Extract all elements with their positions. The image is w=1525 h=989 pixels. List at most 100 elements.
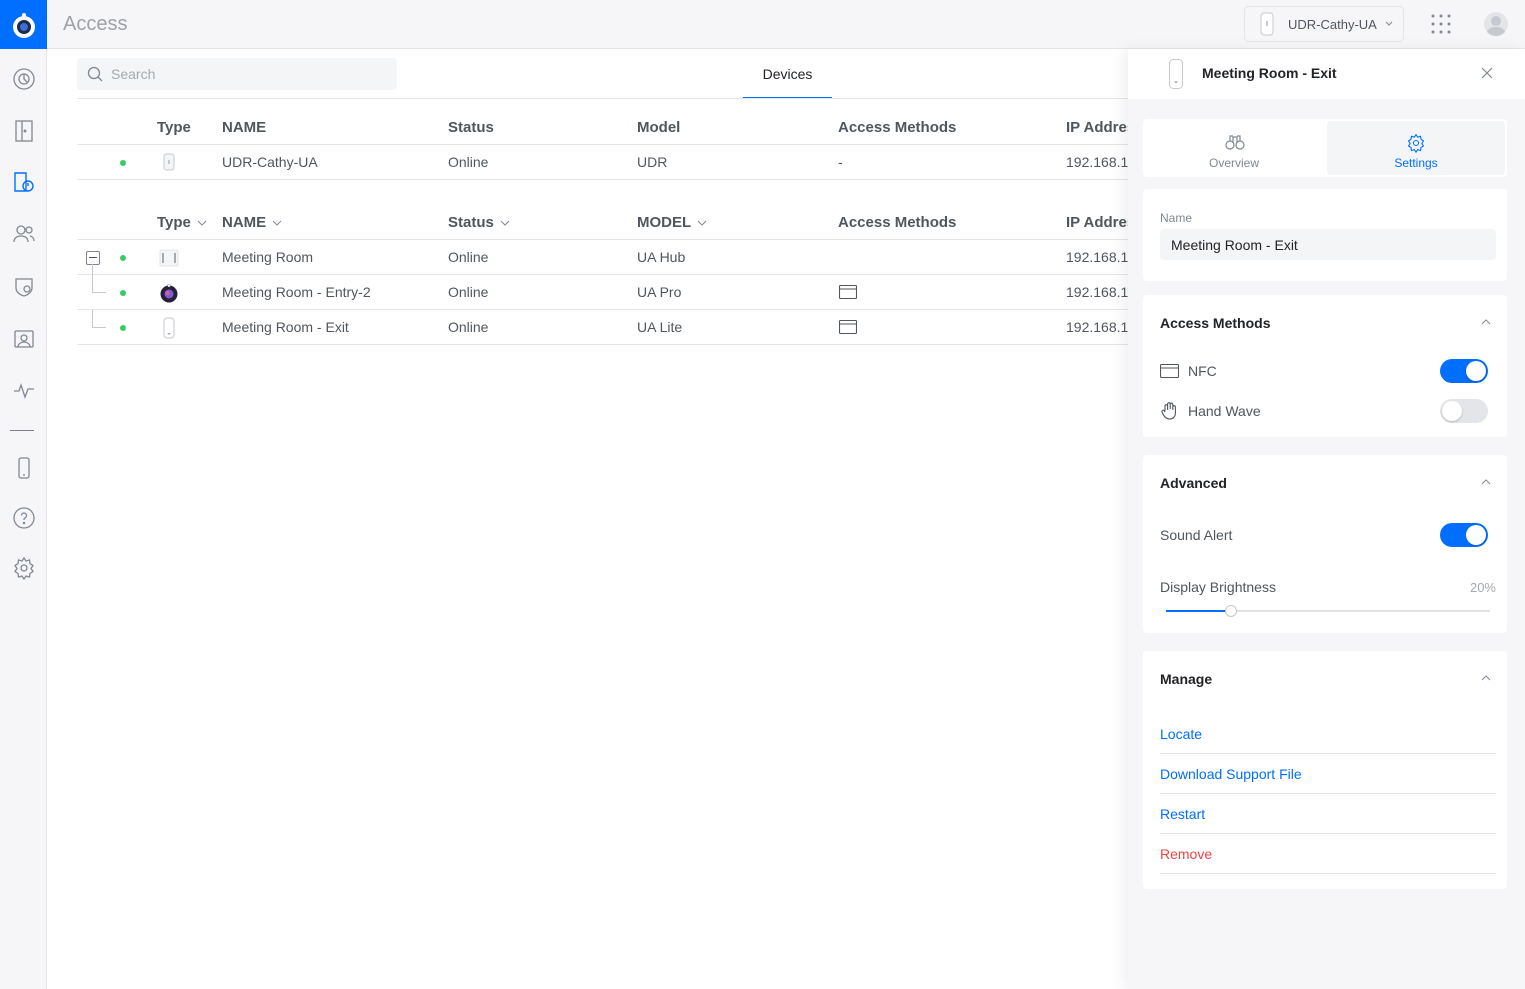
tab-settings-label: Settings: [1394, 156, 1438, 170]
col-model[interactable]: MODEL: [637, 205, 707, 240]
col-status[interactable]: Status: [448, 205, 510, 240]
tab-devices[interactable]: Devices: [743, 49, 832, 99]
nfc-toggle[interactable]: [1440, 359, 1488, 383]
manage-title: Manage: [1160, 671, 1213, 687]
name-card: Name: [1143, 189, 1507, 281]
online-status-dot: [120, 160, 126, 166]
tab-overview-label: Overview: [1208, 156, 1259, 170]
tree-line: [92, 264, 93, 293]
devices-icon[interactable]: [0, 164, 47, 200]
slider-thumb[interactable]: [1225, 605, 1237, 617]
console-select[interactable]: UDR-Cathy-UA: [1244, 6, 1404, 42]
advanced-card: Advanced Sound Alert Display Brightness …: [1143, 455, 1507, 633]
restart-link[interactable]: Restart: [1160, 794, 1496, 834]
top-bar: Access UDR-Cathy-UA: [47, 0, 1525, 49]
device-model: UA Pro: [637, 284, 682, 300]
sort-chevron-icon: [500, 220, 510, 226]
col-name: NAME: [222, 119, 267, 136]
device-model: UA Lite: [637, 319, 683, 335]
manage-card: Manage Locate Download Support File Rest…: [1143, 651, 1507, 889]
user-avatar[interactable]: [1484, 12, 1508, 36]
online-status-dot: [120, 290, 126, 296]
app-switcher-icon[interactable]: [1430, 13, 1452, 38]
settings-icon[interactable]: [0, 550, 47, 586]
device-status: Online: [448, 154, 489, 170]
online-status-dot: [120, 325, 126, 331]
collapse-toggle[interactable]: [86, 251, 100, 265]
activity-icon[interactable]: [0, 373, 47, 409]
udr-device-icon: [163, 153, 175, 171]
remove-link[interactable]: Remove: [1160, 834, 1496, 874]
access-logo-icon[interactable]: [0, 0, 47, 49]
table-row[interactable]: Meeting Room - Exit Online UA Lite 192.1…: [77, 310, 1137, 345]
udr-device-icon: [1260, 12, 1274, 36]
table-row[interactable]: UDR-Cathy-UA Online UDR - 192.168.1.: [77, 145, 1137, 180]
col-name-label: NAME: [222, 214, 267, 231]
device-model: UA Hub: [637, 249, 686, 265]
restart-label[interactable]: Restart: [1160, 806, 1205, 822]
toggle-knob: [1442, 401, 1462, 421]
display-brightness-label: Display Brightness: [1160, 579, 1276, 595]
nfc-card-icon: [1160, 364, 1179, 378]
ua-pro-device-icon: [160, 283, 178, 303]
col-status: Status: [448, 119, 494, 136]
visitors-icon[interactable]: [0, 321, 47, 357]
col-status-label: Status: [448, 214, 494, 231]
tree-line: [92, 292, 106, 293]
dashboard-icon[interactable]: [0, 61, 47, 97]
tab-settings[interactable]: Settings: [1327, 121, 1505, 175]
access-policies-icon[interactable]: [0, 269, 47, 305]
brightness-slider[interactable]: [1166, 605, 1490, 617]
device-name: Meeting Room - Entry-2: [222, 284, 371, 300]
locate-label[interactable]: Locate: [1160, 726, 1202, 742]
col-model-label: MODEL: [637, 214, 692, 231]
hand-wave-toggle[interactable]: [1440, 399, 1488, 423]
download-support-file-label[interactable]: Download Support File: [1160, 766, 1302, 782]
chevron-up-icon[interactable]: [1481, 319, 1491, 325]
col-access-methods: Access Methods: [838, 119, 957, 136]
chevron-up-icon[interactable]: [1481, 675, 1491, 681]
col-model: Model: [637, 119, 681, 136]
chevron-up-icon[interactable]: [1481, 479, 1491, 485]
device-detail-panel: Meeting Room - Exit Overview Settings Na…: [1128, 49, 1525, 989]
device-status: Online: [448, 319, 489, 335]
col-type-label: Type: [157, 214, 191, 231]
device-name: Meeting Room: [222, 249, 314, 265]
access-methods-title: Access Methods: [1160, 315, 1271, 331]
tab-divider: [77, 98, 1137, 99]
locate-link[interactable]: Locate: [1160, 714, 1496, 754]
devices-table: Type NAME Status MODEL Access Methods IP…: [77, 205, 1137, 345]
mobile-app-icon[interactable]: [0, 450, 47, 486]
download-support-file-link[interactable]: Download Support File: [1160, 754, 1496, 794]
col-type[interactable]: Type: [157, 205, 207, 240]
nfc-label: NFC: [1188, 363, 1217, 379]
name-field[interactable]: [1160, 229, 1496, 260]
app-title: Access: [63, 13, 128, 35]
table-row[interactable]: Meeting Room Online UA Hub 192.168.1.: [77, 240, 1137, 275]
tab-overview[interactable]: Overview: [1145, 121, 1323, 175]
slider-fill: [1166, 610, 1231, 612]
col-ip-address: IP Address: [1066, 119, 1137, 136]
col-name[interactable]: NAME: [222, 205, 282, 240]
close-icon[interactable]: [1480, 66, 1494, 80]
table-header: Type NAME Status MODEL Access Methods IP…: [77, 205, 1137, 240]
device-ip: 192.168.1.: [1066, 249, 1130, 265]
ua-lite-device-icon: [163, 317, 175, 339]
nfc-card-icon: [839, 320, 857, 334]
doors-icon[interactable]: [0, 113, 47, 149]
sound-alert-toggle[interactable]: [1440, 523, 1488, 547]
help-icon[interactable]: [0, 500, 47, 536]
gear-icon: [1407, 133, 1425, 153]
nfc-card-icon: [839, 285, 857, 299]
device-name: UDR-Cathy-UA: [222, 154, 318, 170]
table-row[interactable]: Meeting Room - Entry-2 Online UA Pro 192…: [77, 264, 1137, 310]
search-box[interactable]: [77, 58, 397, 90]
search-input[interactable]: [111, 66, 391, 82]
remove-label[interactable]: Remove: [1160, 846, 1212, 862]
chevron-down-icon: [1385, 21, 1393, 26]
sort-chevron-icon: [272, 220, 282, 226]
advanced-title: Advanced: [1160, 475, 1227, 491]
device-ip: 192.168.1.: [1066, 154, 1130, 170]
users-icon[interactable]: [0, 216, 47, 252]
tree-line: [92, 310, 93, 327]
